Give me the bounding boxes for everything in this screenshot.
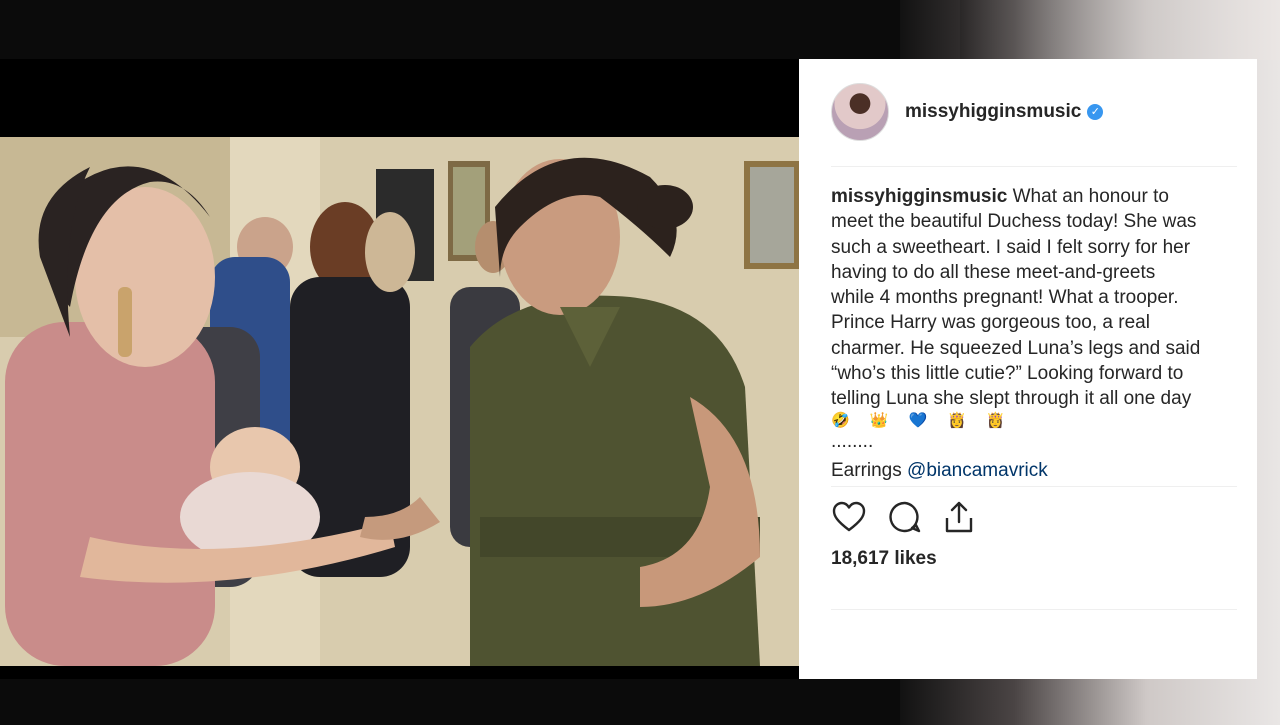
media-stage — [0, 59, 799, 679]
caption-line-3: having to do all these meet-and-greets — [831, 261, 1156, 283]
comment-icon[interactable] — [887, 499, 923, 535]
caption-dots: ........ — [831, 431, 874, 452]
post-panel: missyhigginsmusic ✓ missyhigginsmusic Wha… — [799, 59, 1257, 679]
caption-line-8: telling Luna she slept through it all on… — [831, 388, 1192, 410]
post-photo[interactable] — [0, 137, 799, 666]
post-header-username[interactable]: missyhigginsmusic ✓ — [905, 101, 1104, 123]
caption-username[interactable]: missyhigginsmusic — [831, 186, 1007, 207]
caption-line-7: “who’s this little cutie?” Looking forwa… — [831, 363, 1184, 385]
caption-line-5: Prince Harry was gorgeous too, a real — [831, 312, 1150, 334]
caption-line-2: such a sweetheart. I said I felt sorry f… — [831, 236, 1191, 258]
likes-divider — [831, 609, 1237, 610]
caption-line-6: charmer. He squeezed Luna’s legs and sai… — [831, 337, 1201, 359]
caption-emojis: 🤣 👑 💙 👸 👸 — [831, 412, 1014, 429]
share-icon[interactable] — [941, 499, 977, 535]
earrings-mention-link[interactable]: @biancamavrick — [907, 460, 1048, 481]
user-avatar[interactable] — [831, 83, 889, 141]
earrings-label: Earrings — [831, 460, 902, 481]
photo-illustration — [0, 137, 799, 666]
username-text[interactable]: missyhigginsmusic — [905, 101, 1081, 122]
caption-divider — [831, 486, 1237, 487]
background-blur-top — [960, 0, 1280, 60]
heart-icon[interactable] — [831, 499, 867, 535]
likes-count[interactable]: 18,617 likes — [831, 548, 937, 570]
header-divider — [831, 166, 1237, 167]
verified-badge-icon: ✓ — [1087, 104, 1104, 120]
caption-line-0: What an honour to — [1012, 186, 1169, 207]
caption-line-1: meet the beautiful Duchess today! She wa… — [831, 211, 1197, 233]
caption-earrings: Earrings @biancamavrick — [831, 460, 1048, 482]
post-caption: missyhigginsmusic What an honour to meet… — [831, 184, 1236, 412]
caption-line-4: while 4 months pregnant! What a trooper. — [831, 287, 1179, 309]
